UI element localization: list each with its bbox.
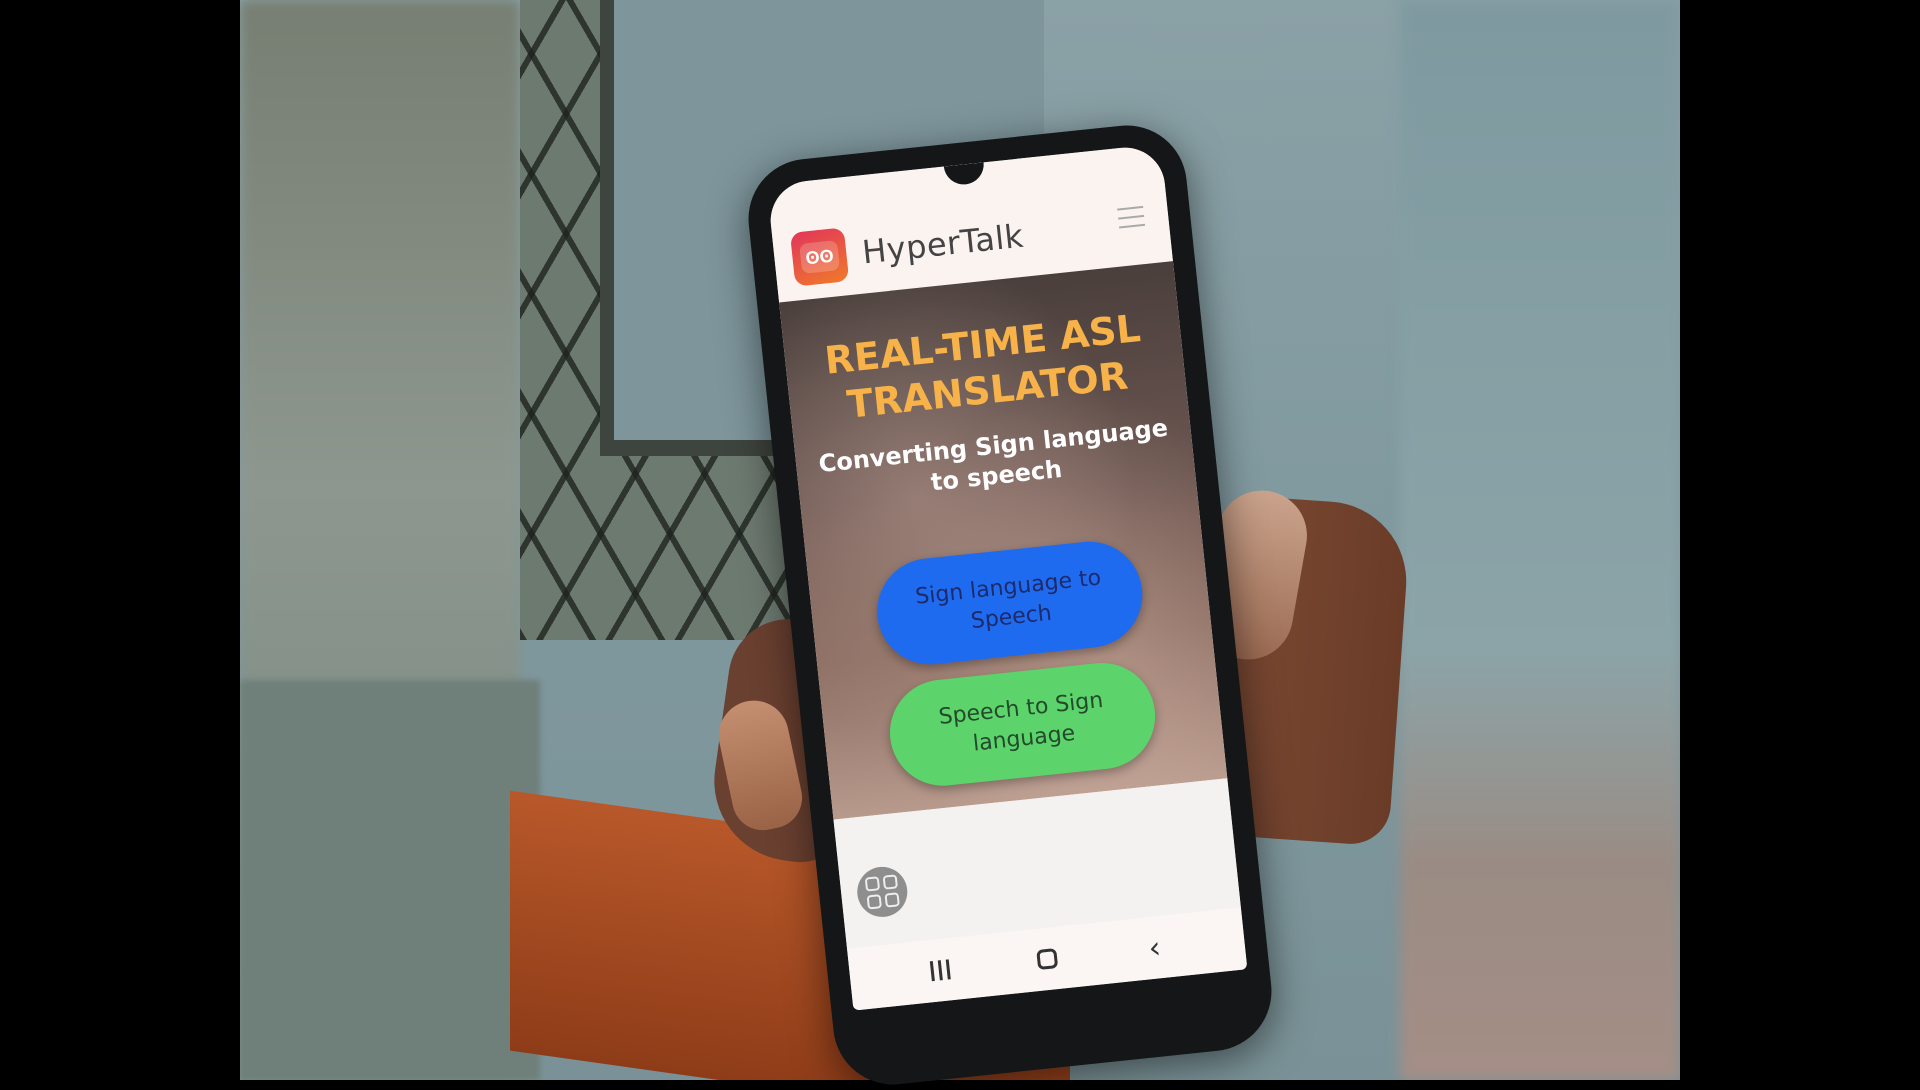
logo-mark: ʘʘ [799, 240, 841, 274]
recents-icon[interactable] [897, 935, 983, 1005]
hamburger-menu-icon[interactable] [1117, 205, 1146, 229]
back-icon[interactable]: ‹ [1112, 913, 1198, 983]
blurred-floor [240, 680, 540, 1080]
letterbox-left [0, 0, 240, 1080]
app-logo[interactable]: ʘʘ [789, 227, 850, 287]
blurred-wall-right [1400, 0, 1680, 1080]
grid-icon[interactable] [854, 864, 910, 920]
letterbox-right [1680, 0, 1920, 1080]
hero-section: REAL-TIME ASL TRANSLATOR Converting Sign… [779, 261, 1228, 820]
phone-screen: ʘʘ HyperTalk REAL-TIME ASL TRANSLATOR Co… [766, 143, 1248, 1011]
home-icon[interactable] [1004, 924, 1090, 994]
app-title: HyperTalk [860, 216, 1026, 272]
